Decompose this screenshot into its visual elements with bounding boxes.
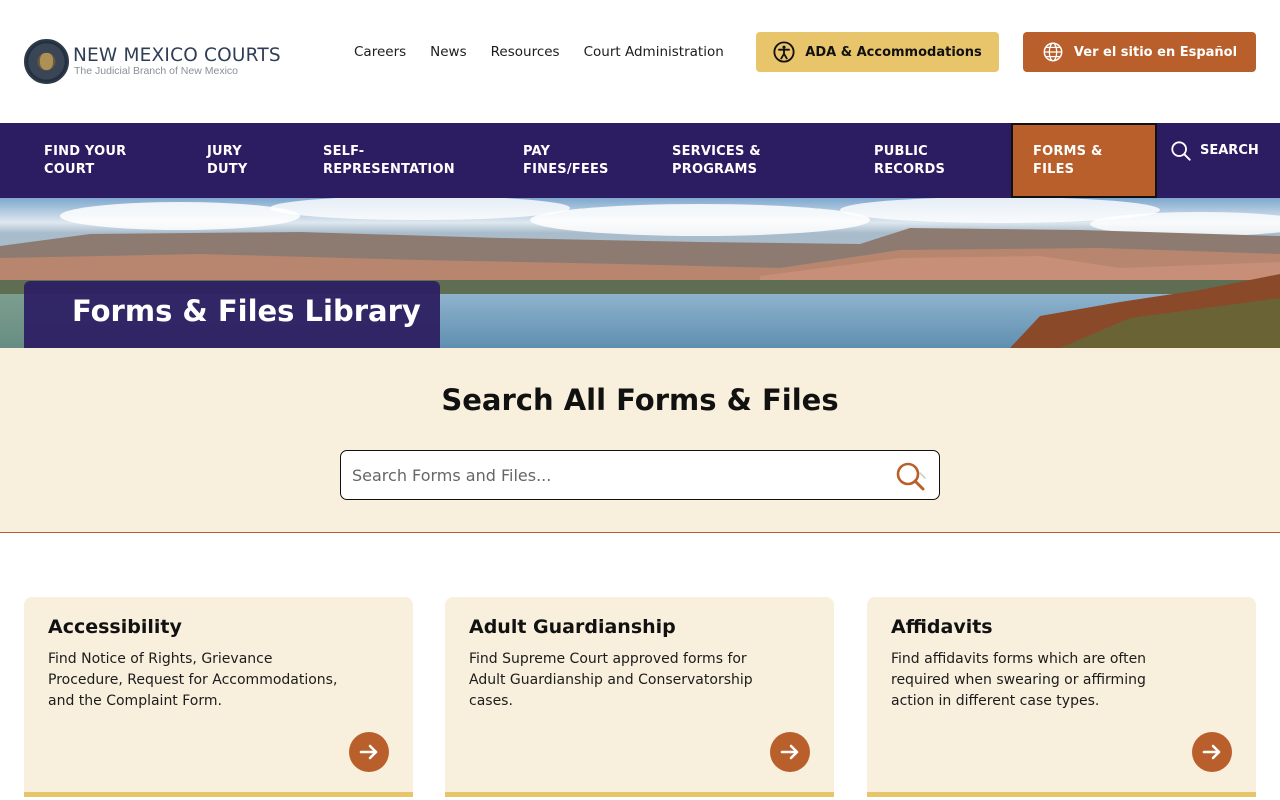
main-nav: FIND YOUR COURT JURY DUTY SELF- REPRESENTAT… — [0, 123, 1280, 198]
card-description: Find affidavits forms which are often re… — [891, 651, 1147, 709]
globe-icon — [1043, 42, 1063, 62]
nav-public-records[interactable]: PUBLIC RECORDS — [874, 123, 994, 198]
card-title: Adult Guardianship — [469, 616, 676, 638]
card-accessibility[interactable]: Accessibility Find Notice of Rights, Gri… — [24, 597, 413, 797]
nav-search-label: SEARCH — [1200, 143, 1259, 158]
search-icon — [1171, 140, 1191, 161]
search-input[interactable] — [352, 451, 882, 499]
page-title: Forms & Files Library — [72, 294, 421, 328]
utility-link-news[interactable]: News — [430, 44, 466, 60]
nav-item-label: PAY FINES/FEES — [523, 143, 609, 177]
card-arrow-button[interactable] — [1192, 732, 1232, 772]
nav-self-representation[interactable]: SELF- REPRESENTATION — [323, 123, 503, 198]
utility-link-resources[interactable]: Resources — [491, 44, 560, 60]
nav-pay-fines-fees[interactable]: PAY FINES/FEES — [523, 123, 653, 198]
utility-link-court-administration[interactable]: Court Administration — [584, 44, 724, 60]
arrow-right-icon — [1202, 744, 1221, 760]
spanish-site-button[interactable]: Ver el sitio en Español — [1023, 32, 1256, 72]
utility-link-careers[interactable]: Careers — [354, 44, 406, 60]
nav-item-label: FORMS & FILES — [1033, 143, 1103, 177]
nav-item-label: PUBLIC RECORDS — [874, 143, 946, 177]
utility-nav: Careers News Resources Court Administrat… — [354, 44, 748, 60]
search-box — [340, 450, 940, 500]
card-title: Accessibility — [48, 616, 182, 638]
nav-item-label: SERVICES & PROGRAMS — [672, 143, 761, 177]
court-seal-icon — [24, 39, 69, 84]
ada-accommodations-label: ADA & Accommodations — [805, 44, 982, 60]
site-logo[interactable]: NEW MEXICO COURTS The Judicial Branch of… — [24, 39, 281, 84]
hero-banner: Forms & Files Library — [0, 198, 1280, 348]
logo-subtitle: The Judicial Branch of New Mexico — [74, 65, 238, 77]
nav-search-button[interactable]: SEARCH — [1170, 123, 1259, 178]
nav-item-label: JURY DUTY — [207, 143, 248, 177]
search-submit-icon[interactable] — [894, 461, 928, 491]
arrow-right-icon — [780, 744, 799, 760]
card-affidavits[interactable]: Affidavits Find affidavits forms which a… — [867, 597, 1256, 797]
site-header: NEW MEXICO COURTS The Judicial Branch of… — [0, 0, 1280, 123]
card-description: Find Notice of Rights, Grievance Procedu… — [48, 651, 338, 709]
ada-accommodations-button[interactable]: ADA & Accommodations — [756, 32, 999, 72]
card-adult-guardianship[interactable]: Adult Guardianship Find Supreme Court ap… — [445, 597, 834, 797]
nav-forms-files[interactable]: FORMS & FILES — [1011, 123, 1157, 198]
search-section: Search All Forms & Files — [0, 348, 1280, 533]
nav-jury-duty[interactable]: JURY DUTY — [207, 123, 307, 198]
nav-item-label: FIND YOUR COURT — [44, 143, 127, 177]
accessibility-icon — [773, 41, 795, 63]
logo-title: NEW MEXICO COURTS — [73, 45, 281, 66]
nav-item-label: SELF- REPRESENTATION — [323, 143, 455, 177]
card-arrow-button[interactable] — [349, 732, 389, 772]
logo-text: NEW MEXICO COURTS The Judicial Branch of… — [73, 46, 281, 77]
nav-services-programs[interactable]: SERVICES & PROGRAMS — [672, 123, 852, 198]
spanish-site-label: Ver el sitio en Español — [1073, 44, 1238, 60]
nav-find-your-court[interactable]: FIND YOUR COURT — [44, 123, 194, 198]
card-arrow-button[interactable] — [770, 732, 810, 772]
card-description: Find Supreme Court approved forms for Ad… — [469, 651, 753, 709]
card-title: Affidavits — [891, 616, 993, 638]
search-heading: Search All Forms & Files — [441, 383, 839, 417]
arrow-right-icon — [359, 744, 378, 760]
